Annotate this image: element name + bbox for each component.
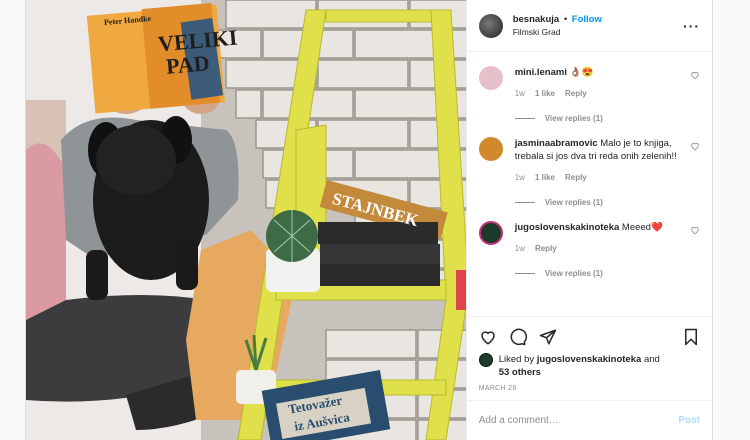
comment-bubble-icon[interactable] (509, 328, 527, 346)
comment-text: Meeed❤️ (621, 222, 663, 233)
reply-button[interactable]: Reply (565, 171, 587, 184)
comment-text: 👌🏽😍 (569, 67, 594, 78)
likes-and: and (643, 354, 660, 365)
view-replies-button[interactable]: View replies (1) (514, 198, 700, 207)
comments-panel: besnakuja • Follow Filmski Grad ··· mini… (465, 0, 712, 440)
liker-username[interactable]: jugoslovenskakinoteka (537, 354, 642, 365)
likes-others-link[interactable]: 53 others (499, 367, 541, 378)
author-username[interactable]: besnakuja (513, 14, 559, 25)
view-replies-button[interactable]: View replies (1) (514, 269, 700, 278)
separator-dot: • (563, 13, 568, 25)
view-replies-label: View replies (1) (544, 198, 603, 207)
likes-prefix: Liked by (498, 354, 535, 365)
post-modal: Peter Handke VELIKI PAD STAJNBEK Tetovaž… (25, 0, 713, 440)
view-replies-label: View replies (1) (544, 114, 603, 123)
commenter-avatar[interactable] (478, 137, 503, 161)
more-options-icon[interactable]: ··· (683, 18, 700, 34)
save-bookmark-icon[interactable] (682, 328, 700, 346)
comment-time[interactable]: 1w (515, 242, 525, 255)
like-comment-heart-icon[interactable] (690, 70, 700, 80)
like-comment-heart-icon[interactable] (690, 141, 700, 151)
replies-divider (514, 118, 535, 119)
reply-button[interactable]: Reply (565, 87, 587, 100)
like-comment-heart-icon[interactable] (690, 225, 700, 235)
post-photo[interactable]: Peter Handke VELIKI PAD STAJNBEK Tetovaž… (26, 0, 466, 440)
comment-list: mini.lenami 👌🏽😍 1w 1 like Reply View rep… (467, 52, 712, 278)
commenter-username[interactable]: mini.lenami (515, 67, 567, 78)
comment-item: jasminaabramovic Malo je to knjiga, treb… (478, 123, 700, 184)
post-location[interactable]: Filmski Grad (513, 26, 683, 39)
view-replies-label: View replies (1) (544, 269, 603, 278)
comment-item: mini.lenami 👌🏽😍 1w 1 like Reply (478, 52, 700, 100)
commenter-avatar[interactable] (478, 66, 503, 90)
liker-avatar[interactable] (478, 353, 493, 367)
add-comment-input[interactable] (478, 415, 679, 426)
commenter-username[interactable]: jasminaabramovic (515, 138, 598, 149)
commenter-avatar[interactable] (478, 221, 503, 245)
likes-summary: Liked by jugoslovenskakinoteka and 53 ot… (478, 353, 700, 379)
replies-divider (514, 273, 535, 274)
commenter-username[interactable]: jugoslovenskakinoteka (515, 222, 620, 233)
follow-button[interactable]: Follow (572, 14, 602, 25)
share-paper-plane-icon[interactable] (539, 328, 557, 346)
like-heart-icon[interactable] (479, 328, 497, 346)
post-date[interactable]: MARCH 28 (479, 385, 700, 392)
comment-time[interactable]: 1w (515, 87, 525, 100)
comment-likes[interactable]: 1 like (535, 171, 555, 184)
reply-button[interactable]: Reply (535, 242, 557, 255)
comment-time[interactable]: 1w (515, 171, 525, 184)
post-actions: Liked by jugoslovenskakinoteka and 53 ot… (466, 316, 712, 392)
replies-divider (514, 202, 535, 203)
book-title-line2: PAD (164, 50, 211, 79)
comment-item: jugoslovenskakinoteka Meeed❤️ 1w Reply (478, 207, 700, 255)
author-avatar[interactable] (478, 13, 503, 38)
post-comment-button[interactable]: Post (678, 415, 700, 426)
view-replies-button[interactable]: View replies (1) (514, 114, 700, 123)
post-header: besnakuja • Follow Filmski Grad ··· (466, 0, 712, 52)
add-comment-bar: Post (466, 400, 712, 440)
comment-likes[interactable]: 1 like (535, 87, 555, 100)
